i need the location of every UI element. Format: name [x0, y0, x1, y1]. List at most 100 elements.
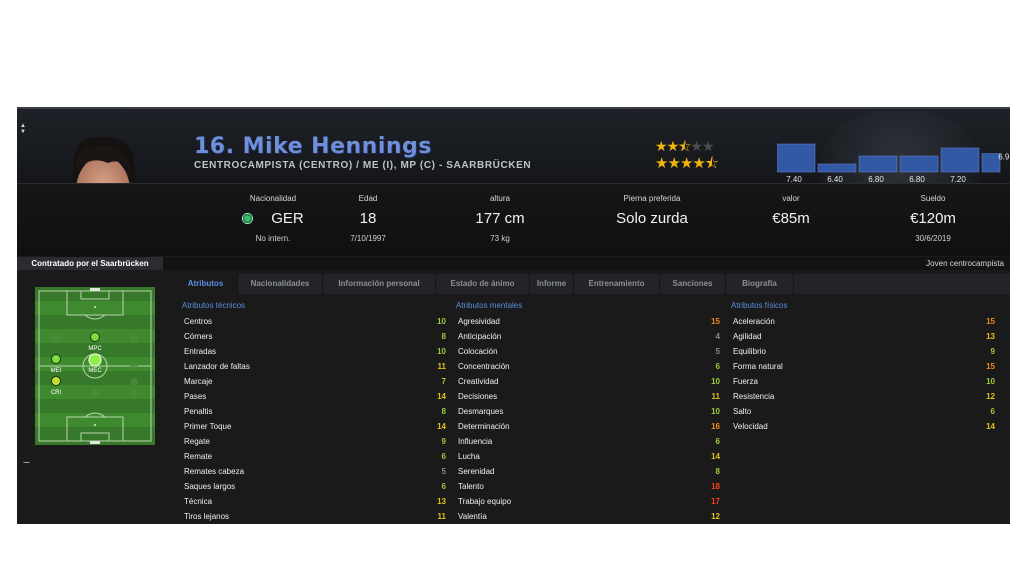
current-star-icon: ★ [690, 138, 703, 154]
attribute-name: Técnica [184, 497, 213, 506]
attribute-row: Tiros lejanos 11 [182, 509, 446, 524]
attribute-name: Remate [184, 452, 213, 461]
attribute-row: Aceleración 15 [731, 314, 995, 329]
attribute-value: 6 [441, 452, 446, 461]
attribute-row: Penaltis 8 [182, 404, 446, 419]
attribute-row: Decisiones 11 [456, 389, 720, 404]
attribute-row: Lanzador de faltas 11 [182, 359, 446, 374]
tab-sanciones[interactable]: Sanciones [660, 274, 726, 294]
height-label: altura [489, 194, 510, 203]
attribute-name: Talento [458, 482, 484, 491]
foot-value: Solo zurda [616, 210, 688, 227]
attribute-value: 6 [441, 482, 446, 491]
attribute-value: 5 [715, 347, 720, 356]
attribute-name: Resistencia [733, 392, 775, 401]
tab-informe[interactable]: Informe [530, 274, 574, 294]
attribute-row: Marcaje 7 [182, 374, 446, 389]
player-profile-window: ▲ ▼ 16. Mike Hennings CENTROCAMPISTA (CEN… [17, 107, 1010, 524]
tab-estado-de-animo[interactable]: Estado de ánimo [436, 274, 530, 294]
weight-value: 73 kg [490, 234, 510, 243]
attribute-row: Remates cabeza 5 [182, 464, 446, 479]
age-column: Edad 18 7/10/1997 [308, 194, 428, 243]
tab-nacionalidades[interactable]: Nacionalidades [238, 274, 323, 294]
attribute-name: Agresividad [458, 317, 500, 326]
scroll-arrows-icon[interactable]: ▲ ▼ [20, 123, 28, 135]
value-bar [777, 143, 816, 173]
attribute-row: Forma natural 15 [731, 359, 995, 374]
value-column: valor €85m [731, 194, 851, 227]
attribute-row: Velocidad 14 [731, 419, 995, 434]
attribute-row: Agresividad 15 [456, 314, 720, 329]
marker-mei-label: MEI [51, 368, 62, 374]
attribute-value: 6 [715, 362, 720, 371]
potential-star-icon: ★ [692, 155, 705, 172]
attribute-value: 16 [711, 422, 720, 431]
potential-ability-stars: ★★★★⯪ [655, 155, 719, 172]
value-bar [817, 163, 857, 173]
attribute-value: 9 [441, 437, 446, 446]
attribute-name: Agilidad [733, 332, 762, 341]
tab-informacion-personal[interactable]: Información personal [323, 274, 436, 294]
attribute-name: Concentración [458, 362, 510, 371]
tab-biografia[interactable]: Biografía [726, 274, 794, 294]
player-header: ▲ ▼ 16. Mike Hennings CENTROCAMPISTA (CEN… [17, 107, 1010, 261]
physical-attributes: Atributos físicos Aceleración 15 Agilidad 1… [731, 301, 995, 434]
attribute-row: Técnica 13 [182, 494, 446, 509]
attribute-value: 10 [711, 407, 720, 416]
pitch-panel: MPC MEI MEC CRI [17, 270, 167, 460]
attribute-name: Trabajo equipo [458, 497, 512, 506]
attribute-name: Lanzador de faltas [184, 362, 250, 371]
contract-label: Contratado por el Saarbrücken [17, 257, 163, 271]
attribute-row: Fuerza 10 [731, 374, 995, 389]
attribute-row: Determinación 16 [456, 419, 720, 434]
nationality-value: GER [271, 210, 304, 227]
salary-label: Sueldo [920, 194, 946, 203]
current-ability-stars: ★★⯪★★ [655, 139, 714, 153]
salary-amount: €120m [910, 210, 956, 227]
potential-star-icon: ★ [667, 155, 680, 172]
tab-entrenamiento[interactable]: Entrenamiento [574, 274, 660, 294]
attribute-value: 17 [711, 497, 720, 506]
technical-attributes: Atributos técnicos Centros 10 Córners 8 Entr… [182, 301, 446, 524]
attribute-name: Entradas [184, 347, 217, 356]
value-history-chart: 7.406.406.806.807.206.92 [777, 143, 1009, 184]
attribute-value: 14 [437, 422, 446, 431]
attribute-name: Desmarques [458, 407, 504, 416]
value-bar [940, 147, 980, 173]
attribute-name: Primer Toque [184, 422, 232, 431]
potential-star-icon: ★ [655, 155, 668, 172]
player-name: 16. Mike Hennings [194, 134, 432, 159]
attribute-value: 8 [441, 407, 446, 416]
attribute-value: 10 [711, 377, 720, 386]
attribute-name: Colocación [458, 347, 498, 356]
attribute-row: Creatividad 10 [456, 374, 720, 389]
attribute-row: Primer Toque 14 [182, 419, 446, 434]
attribute-value: 8 [715, 467, 720, 476]
value-bar-label: 6.92 [998, 153, 1009, 162]
contract-strip: Contratado por el Saarbrücken Joven cent… [17, 257, 1010, 271]
attribute-value: 14 [437, 392, 446, 401]
attribute-row: Pases 14 [182, 389, 446, 404]
attribute-row: Salto 6 [731, 404, 995, 419]
role-label: Joven centrocampista [926, 259, 1004, 268]
attribute-name: Fuerza [733, 377, 758, 386]
current-star-icon: ★ [655, 138, 668, 154]
value-amount: €85m [772, 210, 810, 227]
value-bar [899, 155, 939, 173]
tab-atributos[interactable]: Atributos [174, 274, 238, 294]
attribute-row: Talento 18 [456, 479, 720, 494]
attribute-value: 9 [990, 347, 995, 356]
attribute-name: Forma natural [733, 362, 783, 371]
attribute-value: 12 [986, 392, 995, 401]
attribute-name: Serenidad [458, 467, 495, 476]
attribute-value: 11 [437, 362, 446, 371]
attribute-row: Equilibrio 9 [731, 344, 995, 359]
attribute-row: Resistencia 12 [731, 389, 995, 404]
attribute-row: Concentración 6 [456, 359, 720, 374]
mental-attributes: Atributos mentales Agresividad 15 Anticipa… [456, 301, 720, 524]
attribute-name: Decisiones [458, 392, 498, 401]
attribute-value: 15 [711, 317, 720, 326]
attribute-name: Tiros lejanos [184, 512, 230, 521]
attribute-name: Salto [733, 407, 752, 416]
attribute-name: Aceleración [733, 317, 775, 326]
